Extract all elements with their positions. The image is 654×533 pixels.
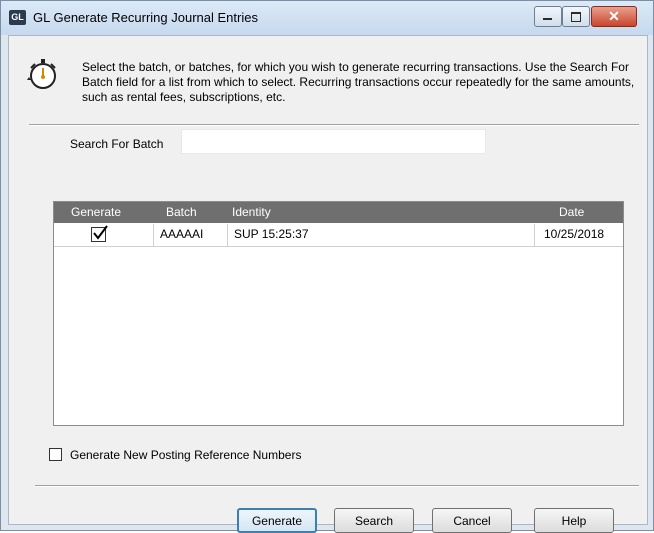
maximize-button[interactable] (562, 6, 590, 27)
cell-divider (227, 224, 228, 246)
instructions-text: Select the batch, or batches, for which … (82, 60, 635, 104)
row-generate-checkbox[interactable] (91, 225, 108, 242)
col-batch-header[interactable]: Batch (166, 205, 197, 219)
dialog-body: Select the batch, or batches, for which … (8, 35, 648, 533)
title-bar[interactable]: GL GL Generate Recurring Journal Entries… (1, 1, 653, 35)
window-title: GL Generate Recurring Journal Entries (33, 10, 258, 25)
cell-divider (534, 224, 535, 246)
table-row[interactable]: AAAAAI SUP 15:25:37 10/25/2018 (54, 224, 623, 247)
posting-ref-checkbox[interactable] (49, 448, 62, 461)
dialog-window: GL GL Generate Recurring Journal Entries… (0, 0, 654, 533)
posting-ref-label[interactable]: Generate New Posting Reference Numbers (70, 448, 301, 462)
checkmark-icon (93, 225, 108, 240)
close-button[interactable]: ✕ (591, 6, 637, 27)
row-identity-cell: SUP 15:25:37 (234, 227, 309, 241)
col-generate-header[interactable]: Generate (71, 205, 121, 219)
search-batch-label: Search For Batch (70, 137, 164, 151)
batch-grid[interactable]: Generate Batch Identity Date AAAAAI SUP … (53, 201, 624, 426)
gl-app-icon: GL (9, 10, 26, 25)
divider-bottom (35, 485, 639, 487)
minimize-icon (543, 18, 552, 20)
help-button[interactable]: Help (534, 508, 614, 533)
divider-top (29, 124, 639, 126)
minimize-button[interactable] (534, 6, 562, 27)
col-date-header[interactable]: Date (559, 205, 584, 219)
row-batch-cell: AAAAAI (160, 227, 204, 241)
search-batch-input[interactable] (181, 129, 486, 154)
generate-button[interactable]: Generate (237, 508, 317, 533)
cancel-button[interactable]: Cancel (432, 508, 512, 533)
maximize-icon (571, 12, 581, 22)
grid-header: Generate Batch Identity Date (54, 202, 623, 223)
stopwatch-icon (27, 59, 56, 89)
col-identity-header[interactable]: Identity (232, 205, 271, 219)
search-button[interactable]: Search (334, 508, 414, 533)
close-icon: ✕ (608, 8, 620, 24)
row-date-cell: 10/25/2018 (544, 227, 605, 241)
cell-divider (153, 224, 154, 246)
